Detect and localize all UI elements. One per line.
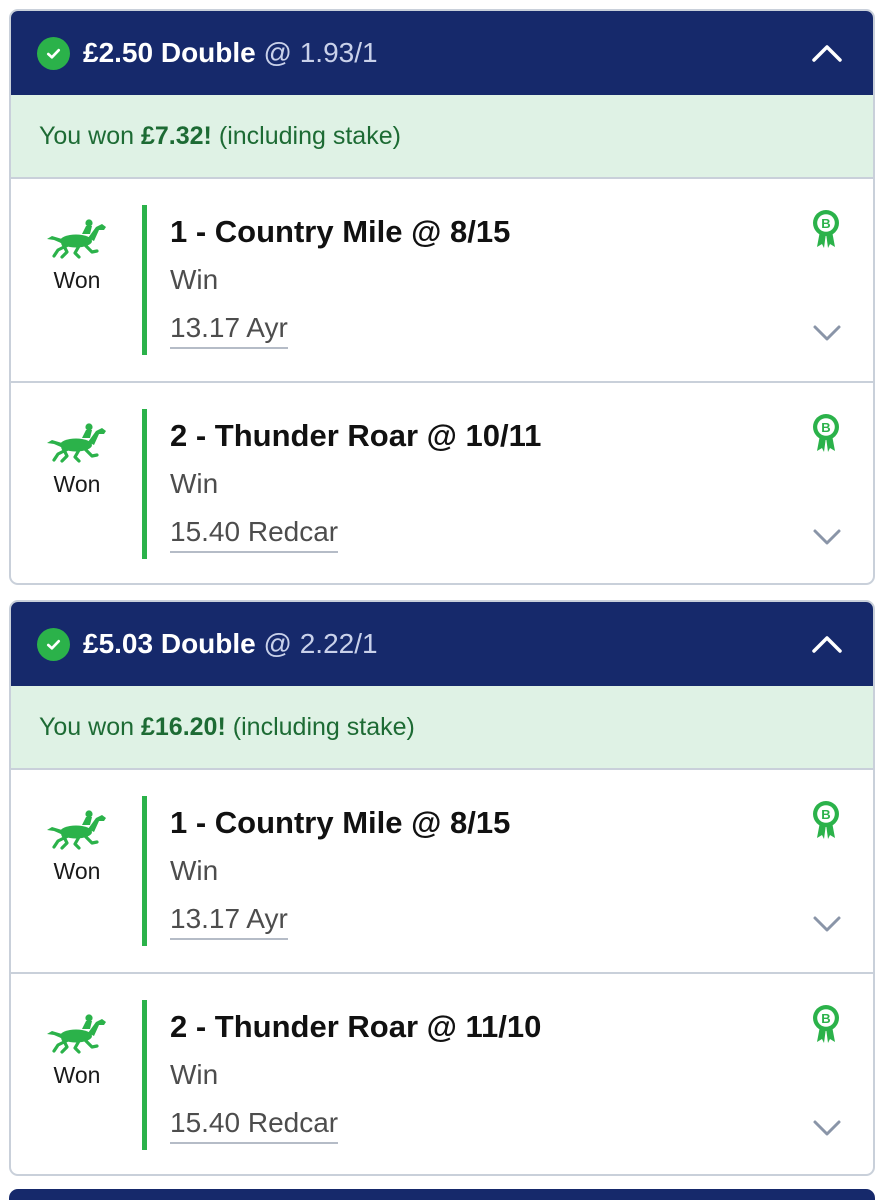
svg-text:B: B	[821, 807, 830, 822]
horse-racing-icon	[47, 810, 106, 850]
horse-racing-icon	[47, 1014, 106, 1054]
check-circle-icon	[37, 627, 70, 661]
bet-header[interactable]: £5.03 Double @ 2.22/1	[11, 602, 873, 686]
bet-header[interactable]: £2.50 Double @ 1.93/1	[11, 11, 873, 95]
chevron-down-icon[interactable]	[811, 322, 843, 344]
result-status: Won	[39, 1012, 115, 1089]
won-amount: £16.20!	[141, 712, 226, 741]
won-indicator-bar	[142, 1000, 147, 1150]
bet-odds: @ 2.22/1	[263, 628, 378, 659]
bet-odds: @ 1.93/1	[263, 37, 378, 68]
horse-racing-icon	[47, 423, 106, 463]
boost-badge-icon: B	[813, 414, 839, 452]
svg-text:B: B	[821, 420, 830, 435]
race-link[interactable]: 15.40 Redcar	[170, 1107, 339, 1144]
bet-card: £2.50 Double @ 1.93/1 You won £7.32! (in…	[9, 9, 875, 585]
boost-badge-icon: B	[813, 801, 839, 839]
selection-title: 1 - Country Mile @ 8/15	[170, 805, 511, 840]
chevron-up-icon	[812, 636, 842, 653]
chevron-down-icon[interactable]	[811, 526, 843, 548]
selection-row[interactable]: Won 2 - Thunder Roar @ 10/11 Win 15.40 R…	[11, 381, 873, 583]
won-suffix: (including stake)	[218, 121, 401, 150]
won-amount: £7.32!	[141, 121, 212, 150]
result-label: Won	[53, 267, 101, 293]
race-link[interactable]: 13.17 Ayr	[170, 312, 288, 349]
won-banner: You won £16.20! (including stake)	[11, 686, 873, 770]
selection-market: Win	[170, 855, 219, 886]
settled-bets-list: £2.50 Double @ 1.93/1 You won £7.32! (in…	[0, 0, 883, 1200]
result-status: Won	[39, 421, 115, 498]
svg-text:B: B	[821, 1011, 830, 1026]
selection-market: Win	[170, 264, 219, 295]
race-link[interactable]: 13.17 Ayr	[170, 903, 288, 940]
chevron-up-icon	[812, 45, 842, 62]
next-bet-card-header[interactable]	[9, 1189, 875, 1200]
check-circle-icon	[37, 36, 70, 70]
won-prefix: You won	[39, 121, 134, 150]
bet-summary: £2.50 Double @ 1.93/1	[83, 37, 378, 69]
selection-title: 1 - Country Mile @ 8/15	[170, 214, 511, 249]
chevron-down-icon[interactable]	[811, 913, 843, 935]
bet-stake: £5.03	[83, 628, 154, 659]
chevron-down-icon[interactable]	[811, 1117, 843, 1139]
selection-row[interactable]: Won 1 - Country Mile @ 8/15 Win 13.17 Ay…	[11, 179, 873, 381]
selection-row[interactable]: Won 2 - Thunder Roar @ 11/10 Win 15.40 R…	[11, 972, 873, 1174]
race-link[interactable]: 15.40 Redcar	[170, 516, 339, 553]
selection-title: 2 - Thunder Roar @ 11/10	[170, 1009, 542, 1044]
horse-racing-icon	[47, 219, 106, 259]
boost-badge-icon: B	[813, 1005, 839, 1043]
collapse-button[interactable]	[807, 625, 847, 663]
result-label: Won	[53, 471, 101, 497]
collapse-button[interactable]	[807, 34, 847, 72]
selection-title: 2 - Thunder Roar @ 10/11	[170, 418, 542, 453]
result-label: Won	[53, 858, 101, 884]
won-indicator-bar	[142, 409, 147, 559]
boost-badge-icon: B	[813, 210, 839, 248]
bet-summary: £5.03 Double @ 2.22/1	[83, 628, 378, 660]
svg-text:B: B	[821, 216, 830, 231]
bet-type: Double	[160, 628, 256, 659]
result-status: Won	[39, 217, 115, 294]
selection-market: Win	[170, 1059, 219, 1090]
won-suffix: (including stake)	[232, 712, 415, 741]
won-prefix: You won	[39, 712, 134, 741]
selection-market: Win	[170, 468, 219, 499]
selection-row[interactable]: Won 1 - Country Mile @ 8/15 Win 13.17 Ay…	[11, 770, 873, 972]
result-status: Won	[39, 808, 115, 885]
bet-type: Double	[160, 37, 256, 68]
bet-card: £5.03 Double @ 2.22/1 You won £16.20! (i…	[9, 600, 875, 1176]
bet-stake: £2.50	[83, 37, 154, 68]
result-label: Won	[53, 1062, 101, 1088]
won-indicator-bar	[142, 205, 147, 355]
won-banner: You won £7.32! (including stake)	[11, 95, 873, 179]
won-indicator-bar	[142, 796, 147, 946]
